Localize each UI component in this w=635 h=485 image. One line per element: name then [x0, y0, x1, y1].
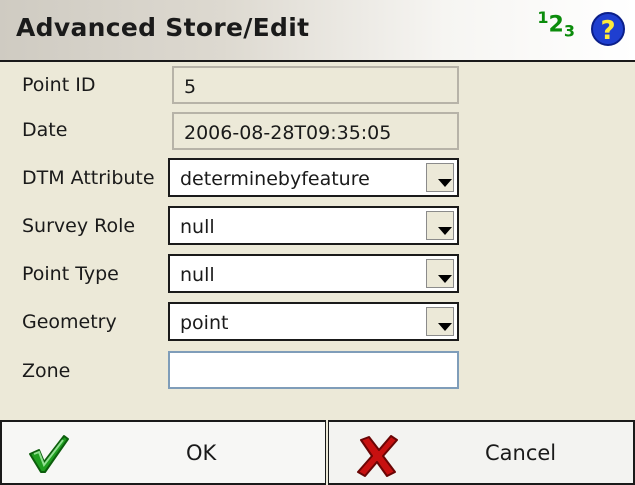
zone-label: Zone: [22, 360, 71, 382]
geometry-value: point: [180, 312, 229, 334]
point-id-field: 5: [172, 66, 459, 104]
point-type-dropdown-button[interactable]: [426, 259, 454, 288]
store-edit-form: Point ID 5 Date 2006-08-28T09:35:05 DTM …: [0, 62, 635, 392]
cancel-label: Cancel: [485, 441, 557, 465]
numeric-input-indicator[interactable]: 123: [537, 8, 575, 41]
point-type-value: null: [180, 264, 215, 286]
date-field: 2006-08-28T09:35:05: [172, 112, 459, 150]
ok-label: OK: [186, 441, 217, 465]
window-title: Advanced Store/Edit: [16, 13, 310, 42]
date-label: Date: [22, 119, 68, 141]
checkmark-icon: [29, 435, 69, 473]
button-bar: OK Cancel: [0, 420, 635, 485]
survey-role-dropdown-button[interactable]: [426, 211, 454, 240]
geometry-select[interactable]: point: [168, 302, 459, 341]
geometry-label: Geometry: [22, 311, 117, 333]
survey-role-value: null: [180, 216, 215, 238]
help-icon[interactable]: ?: [591, 12, 625, 46]
survey-role-select[interactable]: null: [168, 206, 459, 245]
dtm-attribute-select[interactable]: determinebyfeature: [168, 158, 459, 197]
zone-input[interactable]: [168, 351, 459, 389]
cancel-button[interactable]: Cancel: [328, 420, 635, 485]
title-bar: Advanced Store/Edit 123 ?: [0, 0, 635, 62]
ok-button[interactable]: OK: [0, 420, 326, 485]
dtm-attribute-label: DTM Attribute: [22, 167, 155, 189]
dtm-attribute-value: determinebyfeature: [180, 168, 370, 190]
advanced-store-edit-window: Advanced Store/Edit 123 ? Point ID 5 Dat…: [0, 0, 635, 485]
geometry-dropdown-button[interactable]: [426, 307, 454, 336]
point-type-label: Point Type: [22, 263, 119, 285]
point-type-select[interactable]: null: [168, 254, 459, 293]
cancel-x-icon: [357, 435, 398, 477]
dtm-attribute-dropdown-button[interactable]: [426, 163, 454, 192]
survey-role-label: Survey Role: [22, 215, 136, 237]
point-id-label: Point ID: [22, 74, 96, 96]
